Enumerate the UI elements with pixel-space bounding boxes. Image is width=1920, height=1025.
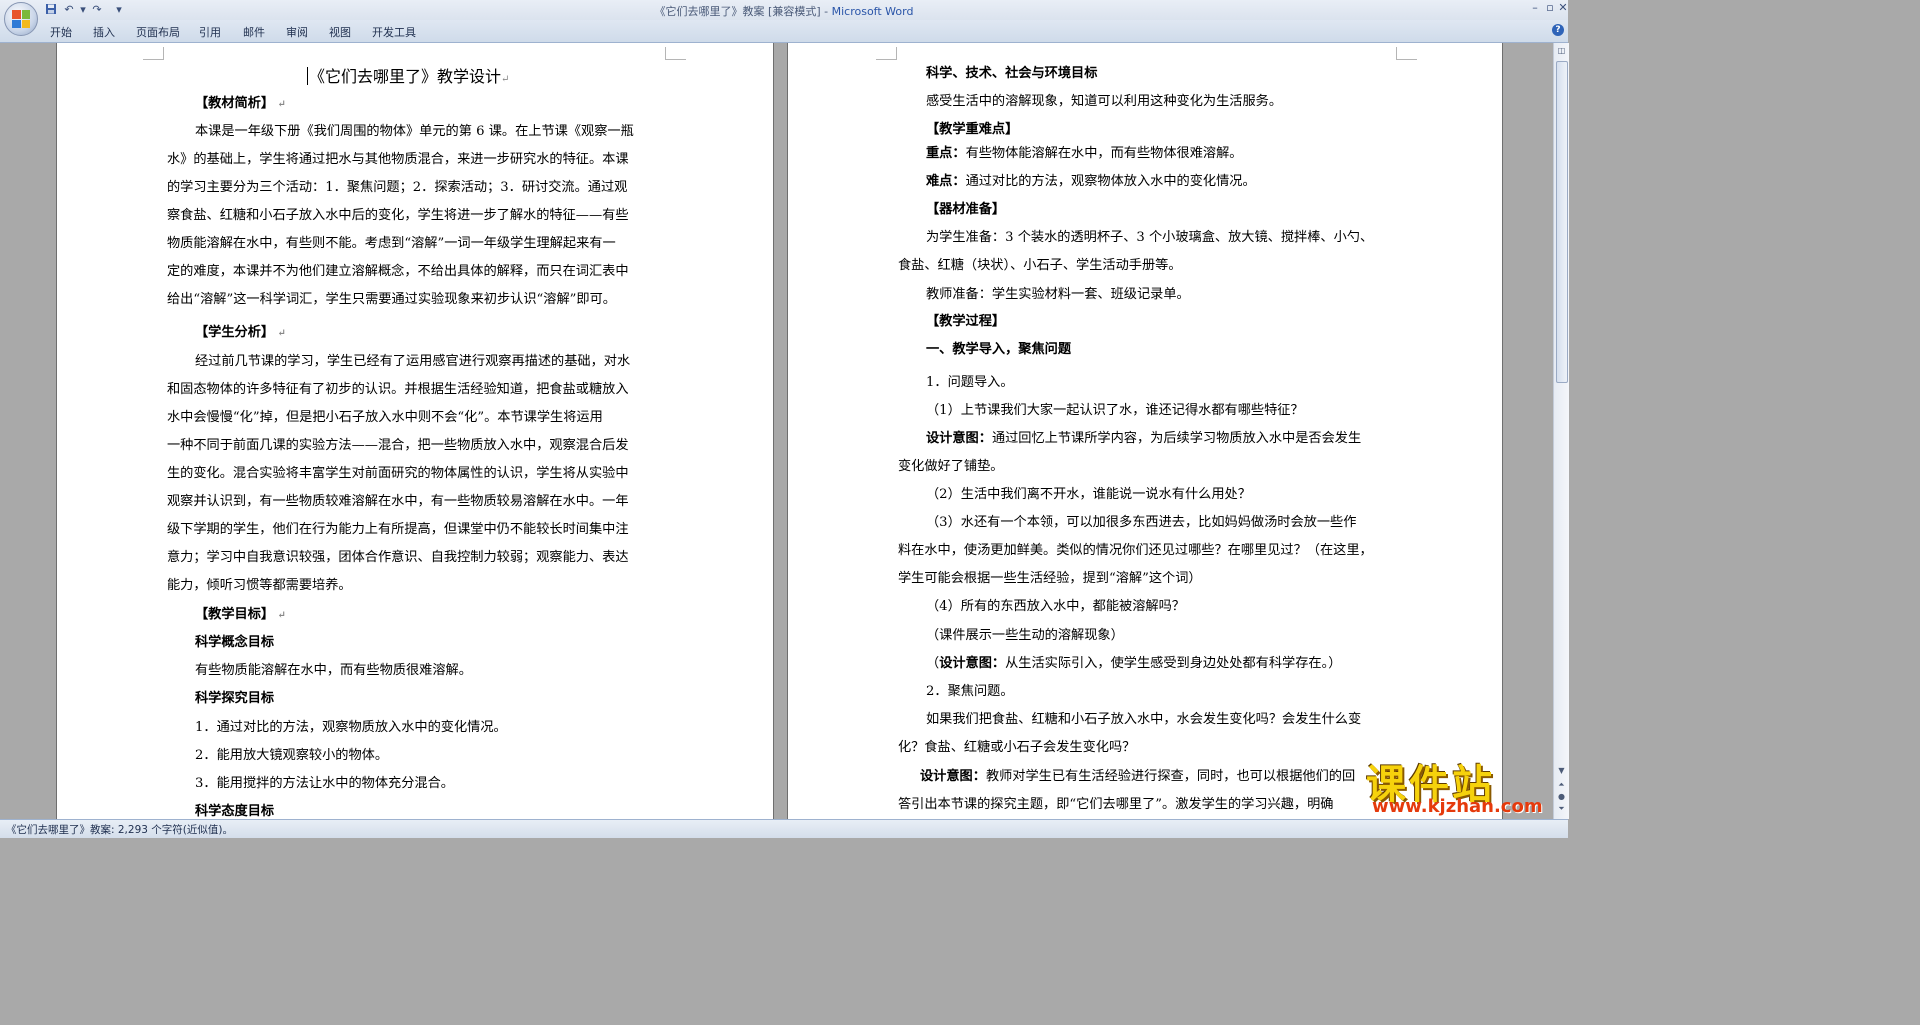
heading-textbook-analysis: 【教材简析】 ↵ [195, 96, 286, 111]
paragraph-line: 经过前几节课的学习，学生已经有了运用感官进行观察再描述的基础，对水 [195, 354, 631, 369]
key-point-line: 重点：有些物体能溶解在水中，而有些物体很难溶解。 [926, 146, 1243, 161]
subheading-inquiry-goal: 科学探究目标 [195, 691, 275, 706]
list-item: 3．能用搅拌的方法让水中的物体充分混合。 [195, 776, 454, 791]
previous-page-icon[interactable]: ⏶ [1555, 779, 1568, 791]
paragraph-line: 本课是一年级下册《我们周围的物体》单元的第 6 课。在上节课《观察一瓶 [195, 124, 634, 139]
subheading-attitude-goal: 科学态度目标 [195, 804, 275, 819]
paragraph-line: 定的难度，本课并不为他们建立溶解概念，不给出具体的解释，而只在词汇表中 [167, 264, 629, 279]
paragraph-line: 一种不同于前面几课的实验方法——混合，把一些物质放入水中，观察混合后发 [167, 438, 629, 453]
paragraph-line: 答引出本节课的探究主题，即“它们去哪里了”。激发学生的学习兴趣，明确 [898, 797, 1334, 812]
paragraph-line: 食盐、红糖（块状）、小石子、学生活动手册等。 [898, 258, 1182, 273]
paragraph-line: 为学生准备：3 个装水的透明杯子、3 个小玻璃盒、放大镜、搅拌棒、小勺、 [926, 230, 1374, 245]
design-intent-line: 设计意图：教师对学生已有生活经验进行探查，同时，也可以根据他们的回 [920, 769, 1356, 784]
window-title: 《它们去哪里了》教案 [兼容模式] - Microsoft Word [654, 5, 914, 18]
tab-home[interactable]: 开始 [50, 24, 72, 40]
select-browse-object-icon[interactable]: ● [1555, 791, 1568, 803]
paragraph-line: （课件展示一些生动的溶解现象） [926, 628, 1124, 643]
title-bar: ↶ ▾ ↷ ▾ 《它们去哪里了》教案 [兼容模式] - Microsoft Wo… [0, 0, 1570, 36]
office-logo-icon [12, 10, 30, 28]
page-left[interactable]: 《它们去哪里了》教学设计↵ 【教材简析】 ↵ 本课是一年级下册《我们周围的物体》… [56, 43, 774, 819]
paragraph-line: 能力，倾听习惯等都需要培养。 [167, 578, 352, 593]
subheading-concept-goal: 科学概念目标 [195, 635, 275, 650]
tab-developer[interactable]: 开发工具 [372, 24, 416, 40]
paragraph-line: 给出“溶解”这一科学词汇，学生只需要通过实验现象来初步认识“溶解”即可。 [167, 292, 616, 307]
crop-mark [143, 47, 164, 60]
tab-view[interactable]: 视图 [329, 24, 351, 40]
paragraph-line: 如果我们把食盐、红糖和小石子放入水中，水会发生变化吗？会发生什么变 [926, 712, 1362, 727]
paragraph-line: （2）生活中我们离不开水，谁能说一说水有什么用处？ [926, 487, 1251, 502]
document-name: 《它们去哪里了》教案 [兼容模式] [654, 5, 821, 18]
tab-mailings[interactable]: 邮件 [243, 24, 265, 40]
office-button[interactable] [4, 2, 38, 36]
text-cursor [307, 67, 308, 85]
tab-review[interactable]: 审阅 [286, 24, 308, 40]
paragraph-line: 水》的基础上，学生将通过把水与其他物质混合，来进一步研究水的特征。本课 [167, 152, 629, 167]
status-bar: 《它们去哪里了》教案: 2,293 个字符(近似值)。 [0, 819, 1568, 838]
scrollbar-thumb[interactable] [1556, 61, 1568, 383]
paragraph-line: 变化做好了铺垫。 [898, 459, 1004, 474]
status-text: 《它们去哪里了》教案: 2,293 个字符(近似值)。 [6, 824, 233, 836]
document-title: 《它们去哪里了》教学设计↵ [307, 67, 510, 86]
scroll-down-icon[interactable]: ▼ [1555, 765, 1568, 777]
heading-student-analysis: 【学生分析】 ↵ [195, 325, 286, 340]
crop-mark [665, 47, 686, 60]
section-heading: 一、教学导入，聚焦问题 [926, 342, 1072, 357]
ribbon-tabs: 开始 插入 页面布局 引用 邮件 审阅 视图 开发工具 ? [0, 20, 1568, 43]
list-item: 1．通过对比的方法，观察物质放入水中的变化情况。 [195, 720, 507, 735]
design-intent-line: （设计意图：从生活实际引入，使学生感受到身边处处都有科学存在。） [926, 656, 1342, 671]
tab-references[interactable]: 引用 [199, 24, 221, 40]
tab-page-layout[interactable]: 页面布局 [136, 24, 180, 40]
paragraph-line: 料在水中，使汤更加鲜美。类似的情况你们还见过哪些？在哪里见过？（在这里， [898, 543, 1373, 558]
paragraph-line: 水中会慢慢“化”掉，但是把小石子放入水中则不会“化”。本节课学生将运用 [167, 410, 603, 425]
heading-teaching-goals: 【教学目标】 ↵ [195, 607, 286, 622]
document-area[interactable]: 《它们去哪里了》教学设计↵ 【教材简析】 ↵ 本课是一年级下册《我们周围的物体》… [0, 43, 1553, 819]
paragraph-line: 意力；学习中自我意识较强，团体合作意识、自我控制力较弱；观察能力、表达 [167, 550, 629, 565]
crop-mark [876, 47, 897, 60]
paragraph-line: （4）所有的东西放入水中，都能被溶解吗？ [926, 599, 1185, 614]
close-icon[interactable]: ✕ [1556, 1, 1570, 15]
vertical-scrollbar[interactable]: ◫ ▼ ⏶ ● ⏷ [1553, 43, 1569, 819]
subheading-sts-goal: 科学、技术、社会与环境目标 [926, 66, 1098, 81]
paragraph-line: 有些物质能溶解在水中，而有些物质很难溶解。 [195, 663, 472, 678]
heading-teaching-process: 【教学过程】 [926, 314, 1006, 329]
help-icon[interactable]: ? [1552, 24, 1564, 36]
paragraph-line: 物质能溶解在水中，有些则不能。考虑到“溶解”一词一年级学生理解起来有一 [167, 236, 616, 251]
paragraph-line: 察食盐、红糖和小石子放入水中后的变化，学生将进一步了解水的特征——有些 [167, 208, 629, 223]
paragraph-line: 级下学期的学生，他们在行为能力上有所提高，但课堂中仍不能较长时间集中注 [167, 522, 629, 537]
paragraph-line: 学生可能会根据一些生活经验，提到“溶解”这个词） [898, 571, 1202, 586]
paragraph-line: 化？食盐、红糖或小石子会发生变化吗？ [898, 740, 1136, 755]
tab-insert[interactable]: 插入 [93, 24, 115, 40]
paragraph-line: （3）水还有一个本领，可以加很多东西进去，比如妈妈做汤时会放一些作 [926, 515, 1357, 530]
list-item: 2．能用放大镜观察较小的物体。 [195, 748, 389, 763]
heading-key-points: 【教学重难点】 [926, 122, 1019, 137]
difficult-point-line: 难点：通过对比的方法，观察物体放入水中的变化情况。 [926, 174, 1256, 189]
minimize-icon[interactable]: – [1528, 1, 1542, 15]
paragraph-line: 感受生活中的溶解现象，知道可以利用这种变化为生活服务。 [926, 94, 1283, 109]
paragraph-line: 生的变化。混合实验将丰富学生对前面研究的物体属性的认识，学生将从实验中 [167, 466, 629, 481]
page-right[interactable]: 科学、技术、社会与环境目标 感受生活中的溶解现象，知道可以利用这种变化为生活服务… [787, 43, 1503, 819]
heading-materials: 【器材准备】 [926, 202, 1006, 217]
next-page-icon[interactable]: ⏷ [1555, 803, 1568, 815]
paragraph-line: 和固态物体的许多特征有了初步的认识。并根据生活经验知道，把食盐或糖放入 [167, 382, 629, 397]
paragraph-line: 教师准备：学生实验材料一套、班级记录单。 [926, 287, 1190, 302]
app-name: Microsoft Word [831, 5, 914, 18]
list-item: 1．问题导入。 [926, 375, 1014, 390]
paragraph-line: 的学习主要分为三个活动：1．聚焦问题；2．探索活动；3．研讨交流。通过观 [167, 180, 628, 195]
crop-mark [1396, 47, 1417, 60]
list-item: 2．聚焦问题。 [926, 684, 1014, 699]
restore-icon[interactable]: ▫ [1543, 1, 1557, 15]
paragraph-line: 观察并认识到，有一些物质较难溶解在水中，有一些物质较易溶解在水中。一年 [167, 494, 629, 509]
paragraph-line: （1）上节课我们大家一起认识了水，谁还记得水都有哪些特征？ [926, 403, 1304, 418]
design-intent-line: 设计意图：通过回忆上节课所学内容，为后续学习物质放入水中是否会发生 [926, 431, 1362, 446]
ruler-toggle-icon[interactable]: ◫ [1555, 45, 1568, 57]
